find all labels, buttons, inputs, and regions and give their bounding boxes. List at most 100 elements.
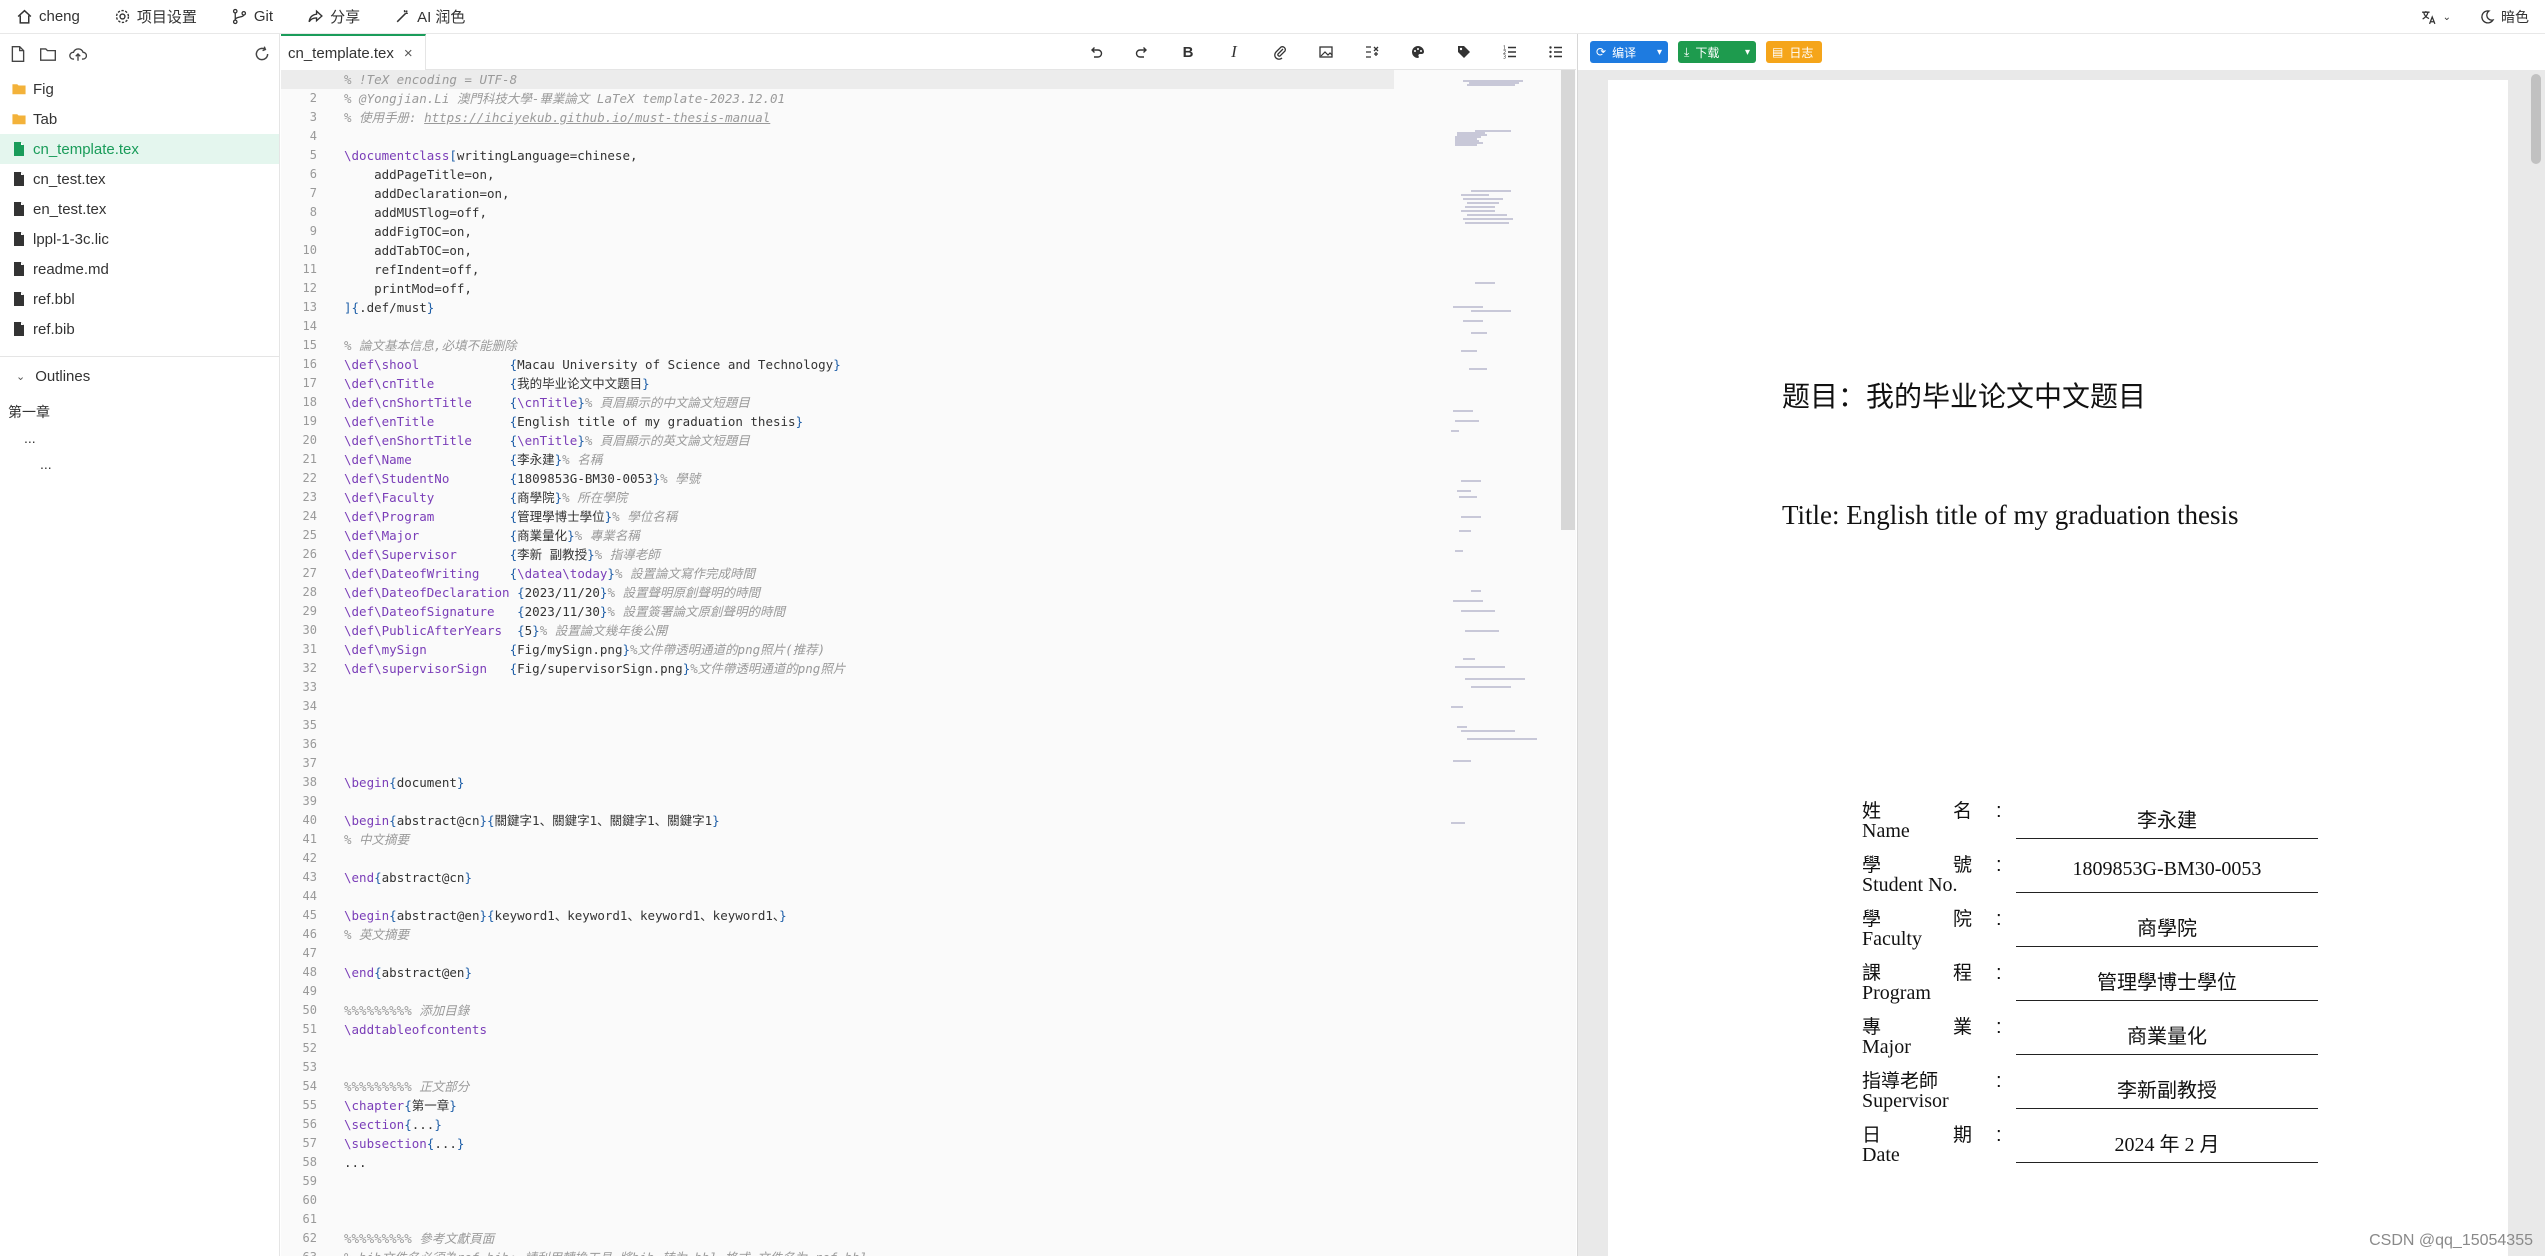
code-line[interactable]: \begin{abstract@en}{keyword1、keyword1、ke… — [344, 906, 1394, 925]
file-item[interactable]: readme.md — [0, 254, 279, 284]
close-icon[interactable]: × — [404, 45, 413, 62]
code-line[interactable]: printMod=off, — [344, 279, 1394, 298]
chevron-down-icon[interactable]: ▾ — [1657, 47, 1662, 58]
code-line[interactable] — [344, 754, 1394, 773]
code-line[interactable]: % 英文摘要 — [344, 925, 1394, 944]
code-line[interactable]: addMUSTlog=off, — [344, 203, 1394, 222]
file-item[interactable]: cn_test.tex — [0, 164, 279, 194]
code-line[interactable]: ]{.def/must} — [344, 298, 1394, 317]
code-line[interactable]: %%%%%%%%% 添加目錄 — [344, 1001, 1394, 1020]
code-line[interactable] — [344, 887, 1394, 906]
editor-tab[interactable]: cn_template.tex × — [281, 34, 426, 70]
outline-item[interactable]: ... — [8, 453, 279, 475]
code-line[interactable] — [344, 792, 1394, 811]
upload-icon[interactable] — [69, 45, 87, 63]
code-line[interactable]: \def\Name {李永建}% 名稱 — [344, 450, 1394, 469]
code-line[interactable]: addPageTitle=on, — [344, 165, 1394, 184]
file-item[interactable]: lppl-1-3c.lic — [0, 224, 279, 254]
code-line[interactable] — [344, 697, 1394, 716]
table-icon[interactable] — [1362, 42, 1382, 62]
code-line[interactable]: % 使用手册: https://ihciyekub.github.io/must… — [344, 108, 1394, 127]
log-button[interactable]: ▤ 日志 — [1766, 41, 1822, 63]
italic-icon[interactable]: I — [1224, 42, 1244, 62]
code-line[interactable]: \def\supervisorSign {Fig/supervisorSign.… — [344, 659, 1394, 678]
attach-icon[interactable] — [1270, 42, 1290, 62]
language-switch[interactable]: ⌄ — [2420, 9, 2451, 26]
code-line[interactable]: \begin{document} — [344, 773, 1394, 792]
code-line[interactable]: \begin{abstract@cn}{關鍵字1、關鍵字1、關鍵字1、關鍵字1} — [344, 811, 1394, 830]
file-item[interactable]: cn_template.tex — [0, 134, 279, 164]
share-button[interactable]: 分享 — [307, 0, 360, 34]
palette-icon[interactable] — [1408, 42, 1428, 62]
new-file-icon[interactable] — [9, 45, 27, 63]
code-line[interactable]: % bib文件名必須為ref.bib; 請利用轉換工具,將bib 转为 bbl … — [344, 1248, 1394, 1256]
code-line[interactable]: addFigTOC=on, — [344, 222, 1394, 241]
code-line[interactable] — [344, 127, 1394, 146]
code-line[interactable]: \end{abstract@cn} — [344, 868, 1394, 887]
file-item[interactable]: en_test.tex — [0, 194, 279, 224]
code-line[interactable]: % 中文摘要 — [344, 830, 1394, 849]
code-line[interactable] — [344, 849, 1394, 868]
code-line[interactable] — [344, 982, 1394, 1001]
refresh-icon[interactable] — [253, 45, 271, 63]
home-link[interactable]: cheng — [16, 0, 80, 34]
code-line[interactable]: \chapter{第一章} — [344, 1096, 1394, 1115]
bold-icon[interactable]: B — [1178, 42, 1198, 62]
code-line[interactable]: \def\DateofWriting {\datea\today}% 設置論文寫… — [344, 564, 1394, 583]
outline-item[interactable]: ... — [8, 427, 279, 449]
compile-button[interactable]: ⟳ 编译 ▾ — [1590, 41, 1668, 63]
code-line[interactable] — [344, 317, 1394, 336]
ai-polish-button[interactable]: AI 润色 — [394, 0, 465, 34]
folder-item[interactable]: Fig — [0, 74, 279, 104]
code-line[interactable]: \documentclass[writingLanguage=chinese, — [344, 146, 1394, 165]
code-line[interactable]: addDeclaration=on, — [344, 184, 1394, 203]
new-folder-icon[interactable] — [39, 45, 57, 63]
redo-icon[interactable] — [1132, 42, 1152, 62]
code-line[interactable]: refIndent=off, — [344, 260, 1394, 279]
file-item[interactable]: ref.bbl — [0, 284, 279, 314]
code-line[interactable] — [344, 1172, 1394, 1191]
code-line[interactable]: % 論文基本信息,必填不能删除 — [344, 336, 1394, 355]
code-line[interactable]: \def\Faculty {商學院}% 所在學院 — [344, 488, 1394, 507]
code-line[interactable] — [344, 1058, 1394, 1077]
code-line[interactable]: \end{abstract@en} — [344, 963, 1394, 982]
outline-item[interactable]: 第一章 — [8, 401, 279, 423]
code-line[interactable]: \def\enShortTitle {\enTitle}% 頁眉顯示的英文論文短… — [344, 431, 1394, 450]
code-line[interactable]: \def\cnShortTitle {\cnTitle}% 頁眉顯示的中文論文短… — [344, 393, 1394, 412]
code-editor[interactable]: 1234567891011121314151617181920212223242… — [281, 70, 1576, 1256]
code-line[interactable] — [344, 944, 1394, 963]
code-line[interactable]: \def\PublicAfterYears {5}% 設置論文幾年後公開 — [344, 621, 1394, 640]
code-line[interactable]: \def\StudentNo {1809853G-BM30-0053}% 學號 — [344, 469, 1394, 488]
code-line[interactable]: \section{...} — [344, 1115, 1394, 1134]
outlines-toggle[interactable]: ⌄ Outlines — [0, 357, 279, 395]
code-lines[interactable]: % !TeX encoding = UTF-8 % @Yongjian.Li 澳門… — [281, 70, 1394, 1256]
code-line[interactable]: addTabTOC=on, — [344, 241, 1394, 260]
code-line[interactable]: \def\mySign {Fig/mySign.png}%文件帶透明通道的png… — [344, 640, 1394, 659]
code-line[interactable]: \def\enTitle {English title of my gradua… — [344, 412, 1394, 431]
code-line[interactable]: \def\DateofDeclaration {2023/11/20}% 設置聲… — [344, 583, 1394, 602]
code-line[interactable]: \def\Major {商業量化}% 專業名稱 — [344, 526, 1394, 545]
code-line[interactable] — [344, 1039, 1394, 1058]
code-line[interactable]: % !TeX encoding = UTF-8 — [281, 70, 1394, 89]
code-line[interactable] — [344, 716, 1394, 735]
code-line[interactable]: \def\DateofSignature {2023/11/30}% 設置簽署論… — [344, 602, 1394, 621]
theme-toggle[interactable]: 暗色 — [2479, 7, 2529, 27]
code-line[interactable] — [344, 678, 1394, 697]
editor-scrollbar[interactable] — [1561, 70, 1575, 530]
code-line[interactable]: \def\shool {Macau University of Science … — [344, 355, 1394, 374]
undo-icon[interactable] — [1086, 42, 1106, 62]
code-line[interactable]: \def\Program {管理學博士學位}% 學位名稱 — [344, 507, 1394, 526]
folder-item[interactable]: Tab — [0, 104, 279, 134]
project-settings-button[interactable]: 项目设置 — [114, 0, 197, 34]
code-line[interactable]: \subsection{...} — [344, 1134, 1394, 1153]
code-line[interactable] — [344, 1191, 1394, 1210]
code-line[interactable]: \addtableofcontents — [344, 1020, 1394, 1039]
code-line[interactable]: \def\Supervisor {李新 副教授}% 指導老師 — [344, 545, 1394, 564]
minimap[interactable] — [1441, 70, 1571, 1256]
preview-scrollbar[interactable] — [2531, 74, 2541, 164]
code-line[interactable] — [344, 1210, 1394, 1229]
code-line[interactable]: %%%%%%%%% 正文部分 — [344, 1077, 1394, 1096]
code-line[interactable]: ... — [344, 1153, 1394, 1172]
chevron-down-icon[interactable]: ▾ — [1745, 47, 1750, 58]
code-line[interactable] — [344, 735, 1394, 754]
